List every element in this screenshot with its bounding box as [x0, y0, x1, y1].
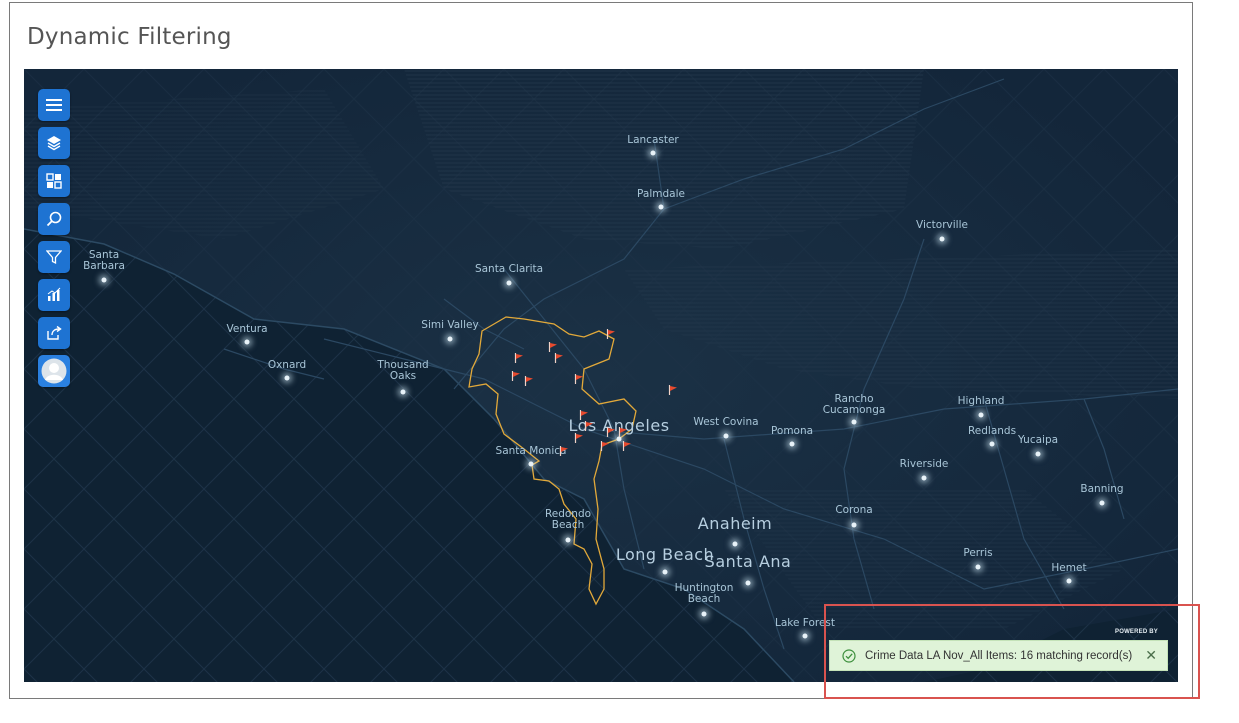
- city-dot: [506, 280, 512, 286]
- city-label: Riverside: [899, 458, 949, 470]
- city-dot: [244, 339, 250, 345]
- crime-flag-icon[interactable]: [554, 353, 564, 363]
- map-toolbar: [38, 89, 70, 393]
- city-dot: [701, 611, 707, 617]
- city-label: Banning: [1080, 483, 1124, 495]
- city-dot: [802, 633, 808, 639]
- city-label: Pomona: [770, 425, 814, 437]
- city-label: Corona: [835, 504, 873, 516]
- crime-flag-icon[interactable]: [524, 376, 534, 386]
- crime-flag-icon[interactable]: [548, 342, 558, 352]
- city-dot: [851, 419, 857, 425]
- city-label: Hemet: [1051, 562, 1087, 574]
- map-view[interactable]: Lancaster Palmdale Victorville Santa Barbara…: [24, 69, 1178, 682]
- crime-flag-icon[interactable]: [606, 427, 616, 437]
- search-button[interactable]: [38, 203, 70, 235]
- city-label: Lancaster: [627, 134, 679, 146]
- share-icon: [47, 325, 62, 340]
- menu-button[interactable]: [38, 89, 70, 121]
- city-label: Santa Ana: [704, 552, 792, 571]
- crime-flag-icon[interactable]: [579, 410, 589, 420]
- basemap-grid-icon: [46, 173, 62, 189]
- city-dot: [851, 522, 857, 528]
- crime-flag-icon[interactable]: [618, 427, 628, 437]
- city-label: West Covina: [693, 416, 759, 428]
- crime-flag-icon[interactable]: [668, 385, 678, 395]
- city-dot: [732, 541, 738, 547]
- filter-button[interactable]: [38, 241, 70, 273]
- city-label: Ventura: [226, 323, 268, 335]
- annotation-highlight-box: [824, 604, 1200, 699]
- city-label: Thousand Oaks: [377, 359, 429, 382]
- user-avatar-icon: [41, 358, 67, 384]
- city-dot: [921, 475, 927, 481]
- city-dot: [789, 441, 795, 447]
- city-dot: [975, 564, 981, 570]
- city-dot: [565, 537, 571, 543]
- basemap: [24, 69, 1178, 682]
- city-dot: [101, 277, 107, 283]
- city-dot: [616, 436, 622, 442]
- crime-flag-icon[interactable]: [511, 371, 521, 381]
- filter-funnel-icon: [46, 250, 62, 265]
- analytics-button[interactable]: [38, 279, 70, 311]
- city-dot: [658, 204, 664, 210]
- city-label: Redondo Beach: [544, 508, 592, 531]
- crime-flag-icon[interactable]: [514, 353, 524, 363]
- city-dot: [1099, 500, 1105, 506]
- layers-button[interactable]: [38, 127, 70, 159]
- city-dot: [1035, 451, 1041, 457]
- city-dot: [662, 569, 668, 575]
- city-label: Yucaipa: [1017, 434, 1059, 446]
- crime-flag-icon[interactable]: [574, 374, 584, 384]
- city-dot: [650, 150, 656, 156]
- page-title: Dynamic Filtering: [27, 24, 232, 50]
- profile-button[interactable]: [38, 355, 70, 387]
- city-label: Rancho Cucamonga: [822, 393, 886, 416]
- city-dot: [528, 461, 534, 467]
- city-label: Santa Barbara: [83, 249, 125, 272]
- layers-icon: [47, 136, 61, 151]
- crime-flag-icon[interactable]: [584, 421, 594, 431]
- crime-flag-icon[interactable]: [559, 446, 569, 456]
- city-dot: [989, 441, 995, 447]
- city-dot: [745, 580, 751, 586]
- city-label: Santa Monica: [495, 445, 567, 457]
- city-label: Anaheim: [697, 514, 773, 533]
- share-button[interactable]: [38, 317, 70, 349]
- crime-flag-icon[interactable]: [622, 441, 632, 451]
- city-label: Palmdale: [637, 188, 685, 200]
- city-dot: [400, 389, 406, 395]
- search-icon: [46, 211, 62, 227]
- city-label: Santa Clarita: [474, 263, 544, 275]
- city-dot: [978, 412, 984, 418]
- city-dot: [447, 336, 453, 342]
- crime-flag-icon[interactable]: [600, 441, 610, 451]
- city-dot: [284, 375, 290, 381]
- city-dot: [1066, 578, 1072, 584]
- city-label: Huntington Beach: [674, 582, 734, 605]
- city-label: Long Beach: [615, 545, 715, 564]
- city-dot: [939, 236, 945, 242]
- city-label: Highland: [957, 395, 1005, 407]
- city-label: Victorville: [916, 219, 968, 231]
- bar-chart-icon: [47, 287, 61, 301]
- crime-flag-icon[interactable]: [574, 433, 584, 443]
- basemap-button[interactable]: [38, 165, 70, 197]
- city-label: Oxnard: [267, 359, 307, 371]
- hamburger-icon: [46, 99, 62, 111]
- city-label: Simi Valley: [421, 319, 479, 331]
- city-dot: [723, 433, 729, 439]
- crime-flag-icon[interactable]: [606, 329, 616, 339]
- city-label: Redlands: [967, 425, 1017, 437]
- city-label: Perris: [963, 547, 993, 559]
